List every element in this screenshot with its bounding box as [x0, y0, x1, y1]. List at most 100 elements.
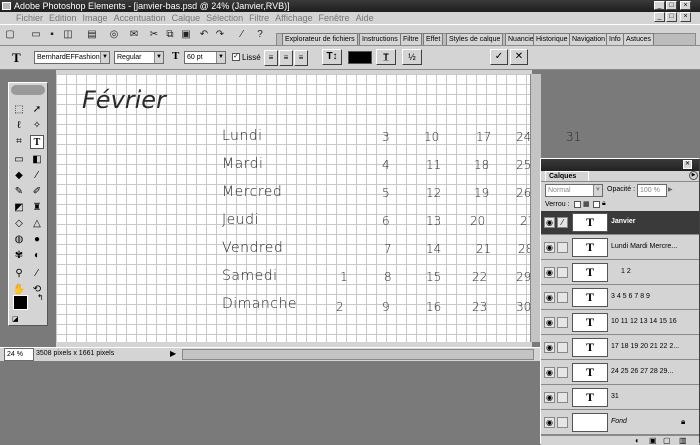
well-tab-filtre[interactable]: Filtre [400, 33, 422, 45]
paint-bucket-icon[interactable]: ◆ [12, 169, 26, 183]
cut-icon[interactable]: ✂ [148, 29, 160, 41]
link-box[interactable] [557, 317, 568, 328]
foreground-color-swatch[interactable] [13, 295, 28, 310]
menu-calque[interactable]: Calque [169, 12, 204, 24]
eye-icon[interactable]: ◉ [544, 267, 555, 278]
burn-tool-icon[interactable]: ◐ [30, 249, 44, 263]
chevron-down-icon[interactable]: ▼ [593, 185, 602, 196]
eye-icon[interactable]: ◉ [544, 342, 555, 353]
open-icon[interactable]: ▭ [30, 29, 42, 41]
quick-fix-icon[interactable]: ⁄ [236, 29, 248, 41]
well-tab-explorer[interactable]: Explorateur de fichiers [282, 33, 358, 45]
font-style-select[interactable]: Regular ▼ [114, 51, 164, 64]
sharpen-tool-icon[interactable]: △ [30, 217, 44, 231]
text-color-swatch[interactable] [348, 51, 372, 64]
doc-minimize-button[interactable]: _ [654, 12, 665, 22]
menu-filtre[interactable]: Filtre [246, 12, 272, 24]
copy-icon[interactable]: ⧉ [164, 29, 176, 41]
red-eye-icon[interactable]: ✾ [12, 249, 26, 263]
blur-tool-icon[interactable]: ◇ [12, 217, 26, 231]
chevron-right-icon[interactable]: ▶ [668, 186, 673, 193]
layer-row[interactable]: ◉ T 3 4 5 6 7 8 9 [541, 286, 699, 310]
well-tab-historique[interactable]: Historique [533, 33, 571, 45]
swap-colors-icon[interactable]: ↰ [37, 293, 44, 302]
brush-tool-icon[interactable]: ✎ [12, 185, 26, 199]
warp-text-button[interactable]: T̲ [376, 49, 396, 65]
print-icon[interactable]: ▤ [86, 29, 98, 41]
eye-icon[interactable]: ◉ [544, 242, 555, 253]
type-tool-icon[interactable]: T [30, 135, 44, 149]
sponge-tool-icon[interactable]: ◍ [12, 233, 26, 247]
layer-row[interactable]: ◉ T 10 11 12 13 14 15 16 [541, 311, 699, 335]
eye-icon[interactable]: ◉ [544, 367, 555, 378]
save-icon[interactable]: ▪ [46, 29, 58, 41]
clone-stamp-icon[interactable]: ♜ [30, 201, 44, 215]
layer-row[interactable]: ◉ T 31 [541, 386, 699, 410]
menu-affichage[interactable]: Affichage [272, 12, 315, 24]
menu-accentuation[interactable]: Accentuation [111, 12, 169, 24]
well-tab-info[interactable]: Info [606, 33, 624, 45]
help-icon[interactable]: ? [254, 29, 266, 41]
zoom-field[interactable]: 24 % [4, 348, 34, 361]
text-orientation-button[interactable]: T↕ [322, 49, 342, 65]
well-tab-astuces[interactable]: Astuces [623, 33, 654, 45]
save-web-icon[interactable]: ◫ [62, 29, 74, 41]
link-box[interactable] [557, 267, 568, 278]
chevron-down-icon[interactable]: ▼ [216, 52, 225, 63]
align-center-button[interactable]: ≡ [279, 50, 293, 66]
link-box[interactable] [557, 242, 568, 253]
brush-link-icon[interactable]: ⁄ [557, 217, 568, 228]
marquee-tool-icon[interactable]: ⬚ [12, 103, 26, 117]
antialias-checkbox[interactable]: ✓ [232, 53, 240, 61]
layer-row[interactable]: ◉ ⁄ T Janvier [541, 211, 699, 235]
palette-close-icon[interactable]: ✕ [683, 160, 692, 169]
chevron-down-icon[interactable]: ▼ [154, 52, 163, 63]
chevron-down-icon[interactable]: ▼ [100, 52, 109, 63]
eyedropper-icon[interactable]: ⁄ [30, 169, 44, 183]
menu-image[interactable]: Image [80, 12, 111, 24]
move-tool-icon[interactable]: ➚ [30, 103, 44, 117]
status-menu-arrow-icon[interactable]: ▶ [170, 349, 176, 358]
crop-tool-icon[interactable]: ⌗ [12, 135, 26, 149]
redo-icon[interactable]: ↷ [214, 29, 226, 41]
doc-close-button[interactable]: × [680, 12, 691, 22]
new-doc-icon[interactable]: ▢ [4, 29, 16, 41]
opacity-field[interactable]: 100 % [637, 184, 667, 197]
well-tab-instructions[interactable]: Instructions [359, 33, 401, 45]
menu-edition[interactable]: Edition [46, 12, 80, 24]
font-family-select[interactable]: BernhardEFFashion ▼ [34, 51, 110, 64]
well-tab-effet[interactable]: Effet [423, 33, 444, 45]
align-right-button[interactable]: ≡ [294, 50, 308, 66]
layer-row[interactable]: ◉ T 24 25 26 27 28 29... [541, 361, 699, 385]
eye-icon[interactable]: ◉ [544, 217, 555, 228]
layer-row[interactable]: ◉ T 1 2 [541, 261, 699, 285]
cancel-button[interactable]: ✕ [510, 49, 528, 65]
paste-icon[interactable]: ▣ [180, 29, 192, 41]
layer-row[interactable]: ◉ Fond 🔒︎ [541, 411, 699, 435]
link-box[interactable] [557, 292, 568, 303]
link-box[interactable] [557, 342, 568, 353]
menu-fenetre[interactable]: Fenêtre [316, 12, 353, 24]
dodge-tool-icon[interactable]: ● [30, 233, 44, 247]
style-button[interactable]: ½ [402, 49, 422, 65]
lock-transparency-checkbox[interactable] [574, 201, 581, 208]
eye-icon[interactable]: ◉ [544, 292, 555, 303]
lock-all-checkbox[interactable] [593, 201, 600, 208]
eraser-tool-icon[interactable]: ◩ [12, 201, 26, 215]
color-sampler-icon[interactable]: ⁄ [30, 267, 44, 281]
menu-aide[interactable]: Aide [353, 12, 377, 24]
layer-row[interactable]: ◉ T Lundi Mardi Mercre... [541, 236, 699, 260]
menu-fichier[interactable]: Fichier [0, 12, 46, 24]
text-tool-icon[interactable]: T [12, 50, 21, 66]
well-tab-styles[interactable]: Styles de calque [446, 33, 504, 45]
minimize-button[interactable]: _ [654, 1, 665, 10]
maximize-button[interactable]: □ [666, 1, 677, 10]
default-colors-icon[interactable]: ◪ [12, 315, 19, 323]
magic-wand-icon[interactable]: ✧ [30, 119, 44, 133]
menu-selection[interactable]: Sélection [203, 12, 246, 24]
blend-mode-select[interactable]: Normal ▼ [545, 184, 603, 197]
palette-menu-icon[interactable]: ▶ [689, 171, 698, 180]
eye-icon[interactable]: ◉ [544, 392, 555, 403]
shape-tool-icon[interactable]: ▭ [12, 153, 26, 167]
link-box[interactable] [557, 417, 568, 428]
